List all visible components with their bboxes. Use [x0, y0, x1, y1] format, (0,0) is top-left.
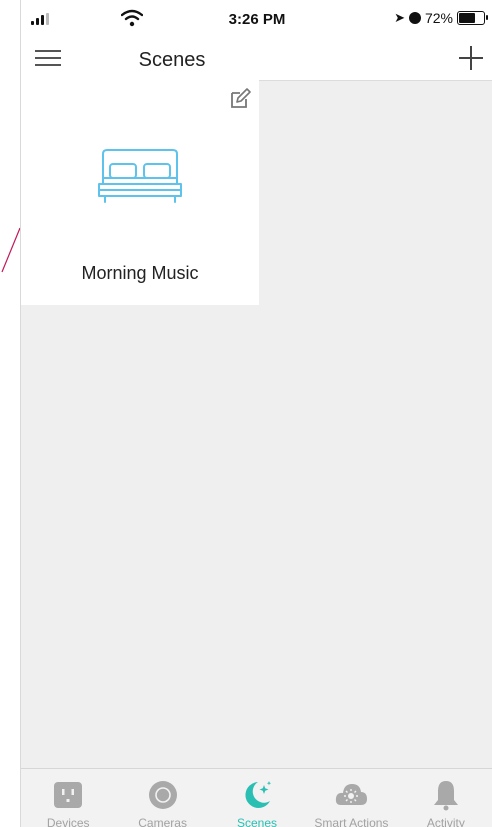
page-title: Scenes — [138, 49, 206, 71]
scenes-moon-icon — [245, 781, 272, 808]
app-screen: 3:26 PM ➤ 72% Scenes Morning Music Devic… — [20, 0, 492, 827]
tab-label-cameras: Cameras — [138, 816, 187, 827]
tab-label-activity: Activity — [426, 816, 465, 827]
edit-icon[interactable] — [229, 88, 251, 110]
scene-name: Morning Music — [81, 263, 199, 283]
bed-icon — [98, 149, 182, 203]
smart-actions-cloud-icon — [336, 784, 368, 805]
outlet-icon — [54, 782, 83, 808]
status-bar: 3:26 PM ➤ 72% — [21, 0, 492, 38]
add-scene-plus-icon[interactable] — [459, 46, 483, 70]
tab-label-smart-actions: Smart Actions — [314, 816, 389, 827]
tab-smart-actions[interactable]: Smart Actions — [304, 769, 398, 827]
status-right-group: ➤ 72% — [394, 10, 488, 26]
navigation-bar: Scenes — [21, 38, 492, 81]
tab-scenes[interactable]: Scenes — [210, 769, 304, 827]
battery-fill — [459, 13, 475, 23]
tab-label-devices: Devices — [46, 816, 90, 827]
bell-icon — [433, 781, 458, 811]
alarm-icon — [408, 12, 421, 24]
annotation-line — [1, 227, 20, 273]
battery-percent: 72% — [424, 10, 453, 26]
bottom-tab-bar: Devices Cameras Scenes Smart Actions Act… — [21, 768, 492, 827]
tab-activity[interactable]: Activity — [399, 769, 492, 827]
tab-cameras[interactable]: Cameras — [115, 769, 209, 827]
scene-card[interactable]: Morning Music — [21, 80, 259, 305]
battery-icon — [457, 11, 488, 25]
location-arrow-icon: ➤ — [394, 10, 405, 25]
tab-devices[interactable]: Devices — [21, 769, 115, 827]
tab-label-scenes: Scenes — [237, 816, 278, 827]
camera-icon — [148, 781, 177, 809]
